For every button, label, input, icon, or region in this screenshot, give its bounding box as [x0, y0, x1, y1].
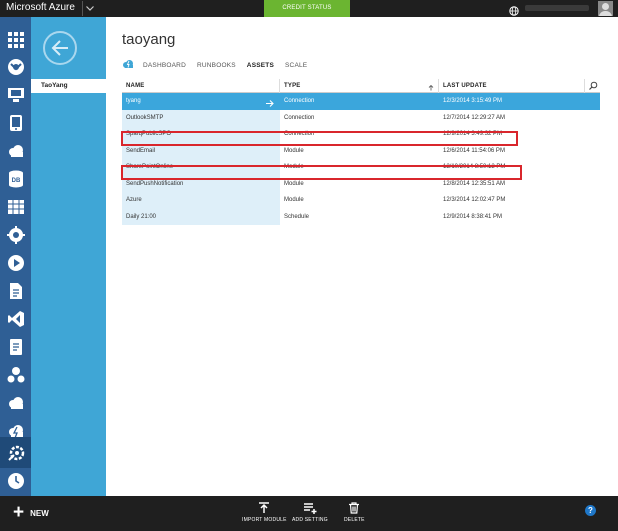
service-bus-icon[interactable] [0, 275, 31, 306]
account-name-redacted[interactable] [525, 5, 589, 11]
hdinsight-icon[interactable] [0, 219, 31, 250]
page-title: taoyang [122, 31, 176, 48]
command-bar: + NEW IMPORT MODULE ADD SETTING DELETE ? [0, 496, 618, 531]
cloud-lightning-icon[interactable] [122, 56, 134, 74]
cell-type: Module [284, 197, 304, 203]
grid-header: NAME TYPE LAST UPDATE [122, 79, 600, 93]
table-row[interactable]: Daily 21:00 Schedule 12/9/2014 8:38:41 P… [122, 208, 600, 225]
new-label: NEW [30, 508, 49, 518]
cell-type: Connection [284, 114, 315, 121]
cell-name-text: tyang [126, 98, 141, 104]
cell-name: tyang [122, 93, 280, 110]
new-button[interactable]: + NEW [13, 502, 49, 523]
nav-item-taoyang[interactable]: TaoYang [31, 79, 106, 93]
add-setting-button[interactable]: ADD SETTING [292, 502, 328, 523]
back-button[interactable] [43, 31, 77, 65]
virtual-machines-icon[interactable] [0, 79, 31, 110]
cell-last-update: 12/9/2014 8:38:41 PM [443, 213, 503, 220]
highlight-box-sharepointonline [121, 165, 522, 180]
tab-assets[interactable]: ASSETS [247, 62, 274, 69]
sql-databases-icon[interactable]: DB [0, 163, 31, 194]
table-row[interactable]: tyang Connection 12/3/2014 3:15:49 PM [122, 93, 600, 110]
highlight-box-sparqpublicspo [121, 131, 518, 146]
biztalk-icon[interactable] [0, 359, 31, 390]
secondary-nav: TaoYang [31, 17, 106, 496]
cache-icon[interactable] [0, 331, 31, 362]
assets-grid: NAME TYPE LAST UPDATE tyang Connection 1… [122, 79, 600, 225]
credit-status-button[interactable]: CREDIT STATUS [264, 0, 350, 17]
tab-runbooks[interactable]: RUNBOOKS [197, 62, 236, 69]
automation-icon[interactable] [0, 437, 31, 468]
tab-bar: DASHBOARD RUNBOOKS ASSETS SCALE [122, 59, 318, 71]
cell-type: Connection [280, 93, 439, 110]
delete-button[interactable]: DELETE [344, 502, 365, 523]
column-header-last-update[interactable]: LAST UPDATE [439, 79, 584, 93]
delete-label: DELETE [344, 517, 365, 523]
trash-icon [349, 502, 360, 514]
cell-name: OutlookSMTP [122, 109, 280, 126]
column-header-type-label: TYPE [284, 83, 301, 89]
recovery-services-icon[interactable] [0, 387, 31, 418]
main-content: taoyang DASHBOARD RUNBOOKS ASSETS SCALE … [106, 17, 618, 496]
column-header-name[interactable]: NAME [122, 79, 280, 93]
plus-icon: + [13, 502, 25, 523]
import-icon [259, 502, 270, 513]
media-services-icon[interactable] [0, 247, 31, 278]
top-bar: Microsoft Azure CREDIT STATUS [0, 0, 618, 17]
cell-last-update: 12/7/2014 12:29:27 AM [443, 114, 506, 121]
web-sites-icon[interactable] [0, 51, 31, 82]
column-header-type[interactable]: TYPE [280, 79, 439, 93]
service-nav: DB [0, 17, 31, 496]
add-setting-icon [303, 503, 317, 514]
brand-title[interactable]: Microsoft Azure [6, 2, 75, 13]
tab-dashboard[interactable]: DASHBOARD [143, 62, 186, 69]
table-row[interactable]: Azure Module 12/3/2014 12:02:47 PM [122, 192, 600, 209]
cell-last-update: 12/3/2014 12:02:47 PM [443, 197, 506, 203]
help-icon[interactable]: ? [585, 505, 596, 516]
cell-last-update: 12/3/2014 3:15:49 PM [439, 93, 600, 110]
cell-name: Daily 21:00 [122, 208, 280, 225]
table-row[interactable]: OutlookSMTP Connection 12/7/2014 12:29:2… [122, 109, 600, 126]
storage-icon[interactable] [0, 191, 31, 222]
import-module-button[interactable]: IMPORT MODULE [242, 502, 287, 523]
visual-studio-icon[interactable] [0, 303, 31, 334]
search-icon[interactable] [584, 79, 600, 93]
chevron-down-icon[interactable] [82, 1, 96, 16]
cloud-services-icon[interactable] [0, 135, 31, 166]
avatar[interactable] [598, 1, 613, 16]
add-setting-label: ADD SETTING [292, 517, 328, 523]
cell-name: Azure [122, 192, 280, 209]
import-module-label: IMPORT MODULE [242, 517, 287, 523]
cell-type: Schedule [284, 213, 310, 220]
svg-text:DB: DB [11, 178, 20, 184]
api-management-icon[interactable] [0, 487, 31, 496]
mobile-services-icon[interactable] [0, 107, 31, 138]
tab-scale[interactable]: SCALE [285, 62, 307, 69]
